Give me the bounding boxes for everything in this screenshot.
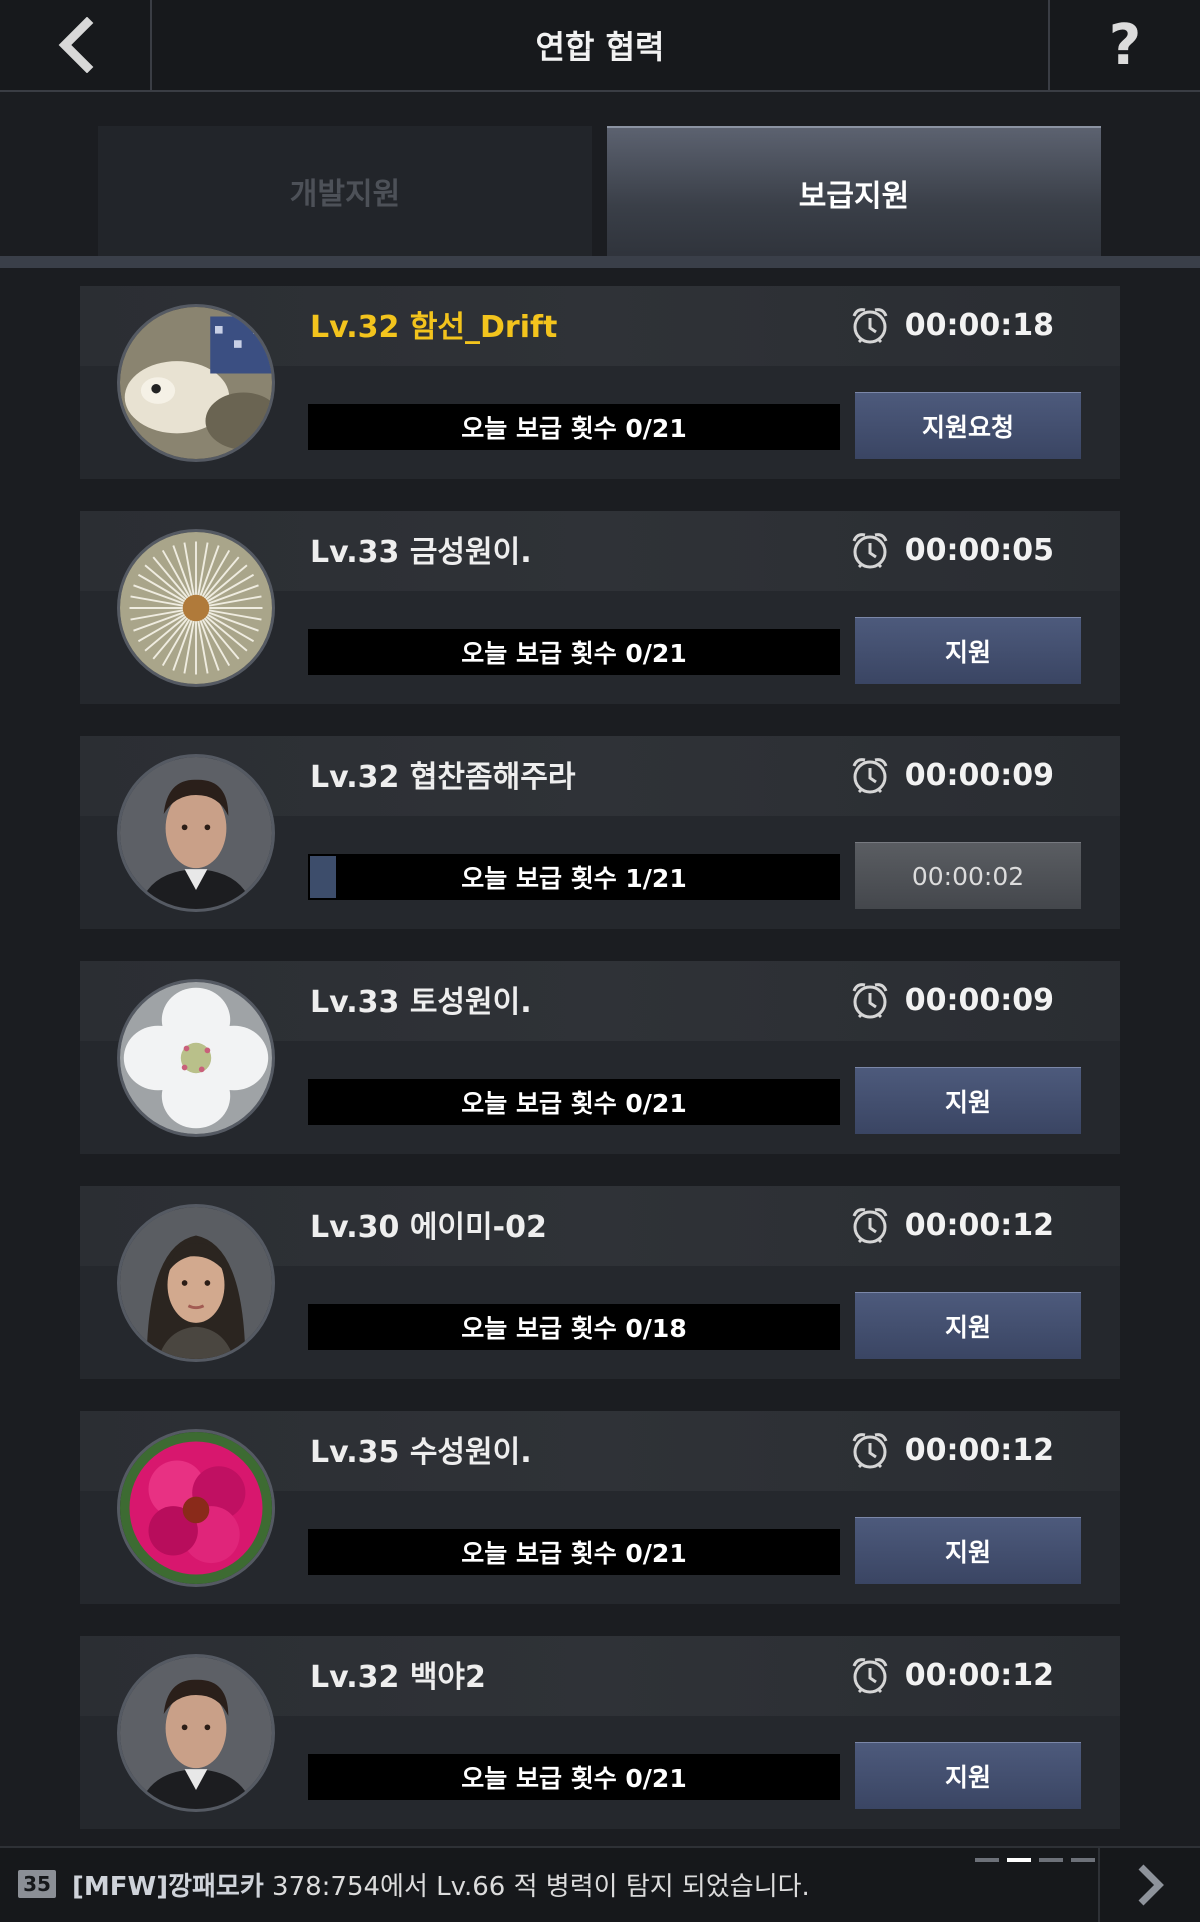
member-timer: 00:00:09	[849, 754, 1054, 796]
member-card: Lv.33 금성원이. 00:00:05 오늘 보급 횟수 0/21 지원	[80, 511, 1120, 704]
member-card: Lv.32 협찬좀해주라 00:00:09 오늘 보급 횟수 1/21 00:00:0…	[80, 736, 1120, 929]
supply-progress-bar: 오늘 보급 횟수 0/21	[308, 1754, 840, 1800]
member-card: Lv.33 토성원이. 00:00:09 오늘 보급 횟수 0/21 지원	[80, 961, 1120, 1154]
member-timer: 00:00:12	[849, 1204, 1054, 1246]
page-title: 연합 협력	[535, 28, 665, 66]
chat-bar[interactable]: 35 [MFW]깡패모카 378:754에서 Lv.66 적 병력이 탐지 되었…	[0, 1846, 1200, 1922]
page-dot	[1071, 1858, 1095, 1862]
support-button[interactable]: 지원	[855, 1742, 1081, 1809]
avatar[interactable]	[117, 1654, 275, 1812]
member-name: Lv.30 에이미-02	[310, 1210, 547, 1245]
cooldown-button: 00:00:02	[855, 842, 1081, 909]
alarm-clock-icon	[849, 754, 891, 796]
timer-value: 00:00:09	[904, 982, 1054, 1018]
alarm-clock-icon	[849, 529, 891, 571]
back-button[interactable]	[0, 0, 152, 90]
chat-message: [MFW]깡패모카 378:754에서 Lv.66 적 병력이 탐지 되었습니다…	[72, 1866, 810, 1903]
member-timer: 00:00:05	[849, 529, 1054, 571]
avatar[interactable]	[117, 1204, 275, 1362]
member-card: Lv.30 에이미-02 00:00:12 오늘 보급 횟수 0/18 지원	[80, 1186, 1120, 1379]
avatar[interactable]	[117, 304, 275, 462]
support-button[interactable]: 지원요청	[855, 392, 1081, 459]
page-dot	[1039, 1858, 1063, 1862]
alarm-clock-icon	[849, 1204, 891, 1246]
page-dot	[1007, 1858, 1031, 1862]
supply-count-text: 오늘 보급 횟수 0/18	[461, 1314, 687, 1343]
supply-progress-bar: 오늘 보급 횟수 1/21	[308, 854, 840, 900]
supply-count-text: 오늘 보급 횟수 0/21	[461, 414, 687, 443]
chat-sender: [MFW]깡패모카	[72, 1872, 264, 1902]
timer-value: 00:00:18	[904, 307, 1054, 343]
chevron-left-icon	[58, 17, 94, 73]
supply-progress-bar: 오늘 보급 횟수 0/21	[308, 404, 840, 450]
alarm-clock-icon	[849, 979, 891, 1021]
supply-count-text: 오늘 보급 횟수 0/21	[461, 1089, 687, 1118]
timer-value: 00:00:05	[904, 532, 1054, 568]
chat-page-indicator	[975, 1858, 1095, 1862]
member-name: Lv.32 협찬좀해주라	[310, 760, 576, 795]
help-button[interactable]: ?	[1048, 0, 1200, 90]
tab-supply-support[interactable]: 보급지원	[607, 126, 1101, 258]
supply-progress-fill	[310, 856, 336, 898]
avatar[interactable]	[117, 979, 275, 1137]
support-button[interactable]: 지원	[855, 1067, 1081, 1134]
member-card: Lv.32 함선_Drift 00:00:18 오늘 보급 횟수 0/21 지원요청	[80, 286, 1120, 479]
supply-progress-bar: 오늘 보급 횟수 0/21	[308, 629, 840, 675]
chevron-right-icon	[1138, 1864, 1164, 1906]
alarm-clock-icon	[849, 304, 891, 346]
avatar[interactable]	[117, 529, 275, 687]
member-timer: 00:00:12	[849, 1429, 1054, 1471]
timer-value: 00:00:12	[904, 1657, 1054, 1693]
top-bar: 연합 협력 ?	[0, 0, 1200, 92]
supply-progress-bar: 오늘 보급 횟수 0/18	[308, 1304, 840, 1350]
tab-underline	[0, 256, 1200, 268]
member-name: Lv.33 토성원이.	[310, 985, 532, 1020]
tab-development-support[interactable]: 개발지원	[98, 126, 592, 256]
timer-value: 00:00:12	[904, 1207, 1054, 1243]
support-button[interactable]: 지원	[855, 617, 1081, 684]
supply-progress-bar: 오늘 보급 횟수 0/21	[308, 1079, 840, 1125]
member-name: Lv.32 함선_Drift	[310, 310, 558, 345]
avatar[interactable]	[117, 754, 275, 912]
member-name: Lv.32 백야2	[310, 1660, 486, 1695]
chat-channel-badge: 35	[18, 1870, 56, 1898]
member-name: Lv.35 수성원이.	[310, 1435, 532, 1470]
member-timer: 00:00:09	[849, 979, 1054, 1021]
member-timer: 00:00:18	[849, 304, 1054, 346]
member-card: Lv.35 수성원이. 00:00:12 오늘 보급 횟수 0/21 지원	[80, 1411, 1120, 1604]
member-card: Lv.32 백야2 00:00:12 오늘 보급 횟수 0/21 지원	[80, 1636, 1120, 1829]
supply-progress-bar: 오늘 보급 횟수 0/21	[308, 1529, 840, 1575]
chat-next-button[interactable]	[1098, 1848, 1200, 1922]
tab-bar: 개발지원 보급지원	[0, 126, 1200, 268]
supply-count-text: 오늘 보급 횟수 0/21	[461, 639, 687, 668]
timer-value: 00:00:09	[904, 757, 1054, 793]
supply-count-text: 오늘 보급 횟수 0/21	[461, 1764, 687, 1793]
member-timer: 00:00:12	[849, 1654, 1054, 1696]
support-button[interactable]: 지원	[855, 1517, 1081, 1584]
page-dot	[975, 1858, 999, 1862]
avatar[interactable]	[117, 1429, 275, 1587]
chat-message-text: 378:754에서 Lv.66 적 병력이 탐지 되었습니다.	[272, 1872, 810, 1902]
supply-count-text: 오늘 보급 횟수 0/21	[461, 1539, 687, 1568]
alarm-clock-icon	[849, 1654, 891, 1696]
support-button[interactable]: 지원	[855, 1292, 1081, 1359]
alarm-clock-icon	[849, 1429, 891, 1471]
supply-count-text: 오늘 보급 횟수 1/21	[461, 864, 687, 893]
member-name: Lv.33 금성원이.	[310, 535, 532, 570]
timer-value: 00:00:12	[904, 1432, 1054, 1468]
